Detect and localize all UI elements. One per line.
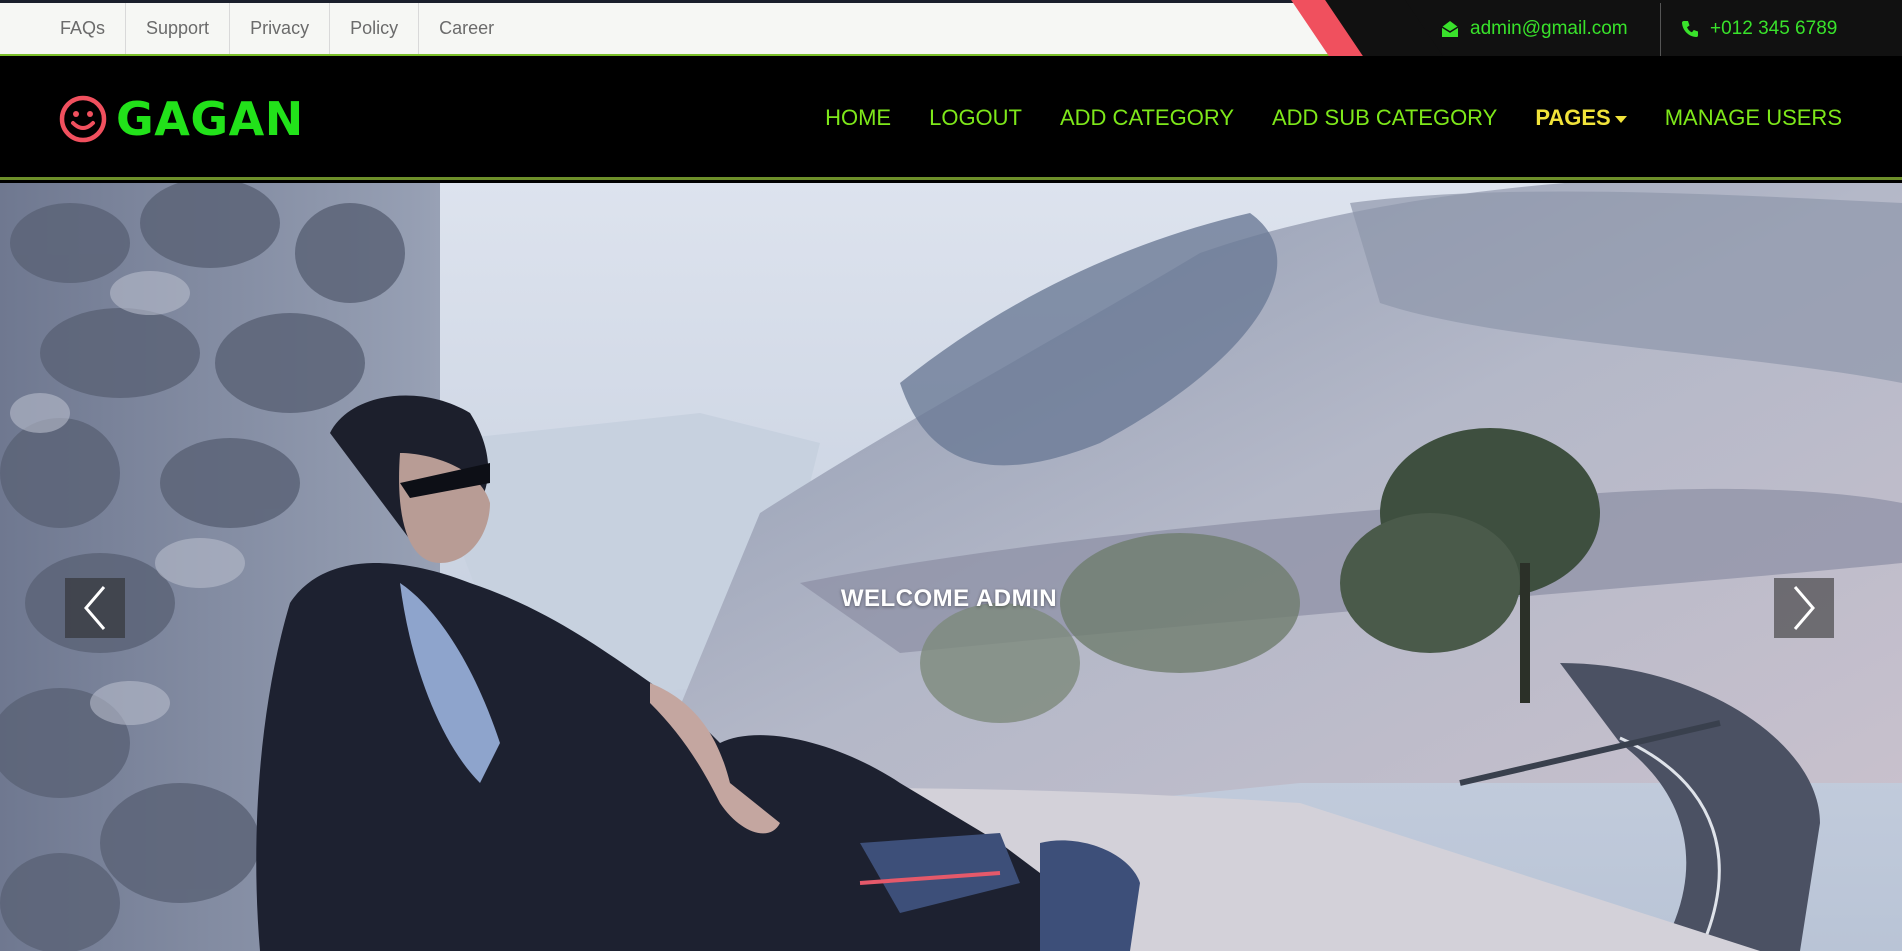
top-link-support[interactable]: Support <box>126 3 231 54</box>
carousel-next-button[interactable] <box>1774 578 1834 638</box>
carousel-caption: WELCOME ADMIN <box>840 585 1058 612</box>
brand-name: GAGAN <box>116 92 304 146</box>
brand-logo[interactable]: GAGAN <box>58 92 304 146</box>
main-navbar: GAGAN HOME LOGOUT ADD CATEGORY ADD SUB C… <box>0 56 1902 180</box>
contact-email[interactable]: admin@gmail.com <box>1440 3 1628 54</box>
contact-email-text: admin@gmail.com <box>1470 17 1628 39</box>
nav-pages-dropdown[interactable]: PAGES <box>1535 105 1627 131</box>
contact-phone-text: +012 345 6789 <box>1710 17 1838 39</box>
top-bar: FAQs Support Privacy Policy Career admin… <box>0 0 1902 56</box>
nav-add-category[interactable]: ADD CATEGORY <box>1060 105 1234 131</box>
nav-pages-label: PAGES <box>1535 105 1611 130</box>
top-link-faqs[interactable]: FAQs <box>40 3 127 54</box>
nav-menu: HOME LOGOUT ADD CATEGORY ADD SUB CATEGOR… <box>787 56 1842 180</box>
contact-phone[interactable]: +012 345 6789 <box>1680 3 1837 54</box>
chevron-right-icon <box>1793 586 1815 630</box>
top-link-career[interactable]: Career <box>419 3 514 54</box>
contact-panel: admin@gmail.com +012 345 6789 <box>1291 0 1902 56</box>
nav-manage-users[interactable]: MANAGE USERS <box>1665 105 1842 131</box>
smiley-icon <box>59 95 107 143</box>
top-link-privacy[interactable]: Privacy <box>230 3 331 54</box>
top-link-policy[interactable]: Policy <box>330 3 420 54</box>
hero-carousel: WELCOME ADMIN <box>0 183 1902 951</box>
envelope-icon <box>1441 20 1459 37</box>
nav-home[interactable]: HOME <box>825 105 891 131</box>
carousel-prev-button[interactable] <box>65 578 125 638</box>
contact-divider <box>1660 3 1661 56</box>
caret-down-icon <box>1614 115 1627 123</box>
nav-logout[interactable]: LOGOUT <box>929 105 1022 131</box>
hero-image <box>0 183 1902 951</box>
nav-add-sub-category[interactable]: ADD SUB CATEGORY <box>1272 105 1497 131</box>
phone-icon <box>1682 20 1698 37</box>
top-links: FAQs Support Privacy Policy Career <box>40 3 514 54</box>
chevron-left-icon <box>84 586 106 630</box>
